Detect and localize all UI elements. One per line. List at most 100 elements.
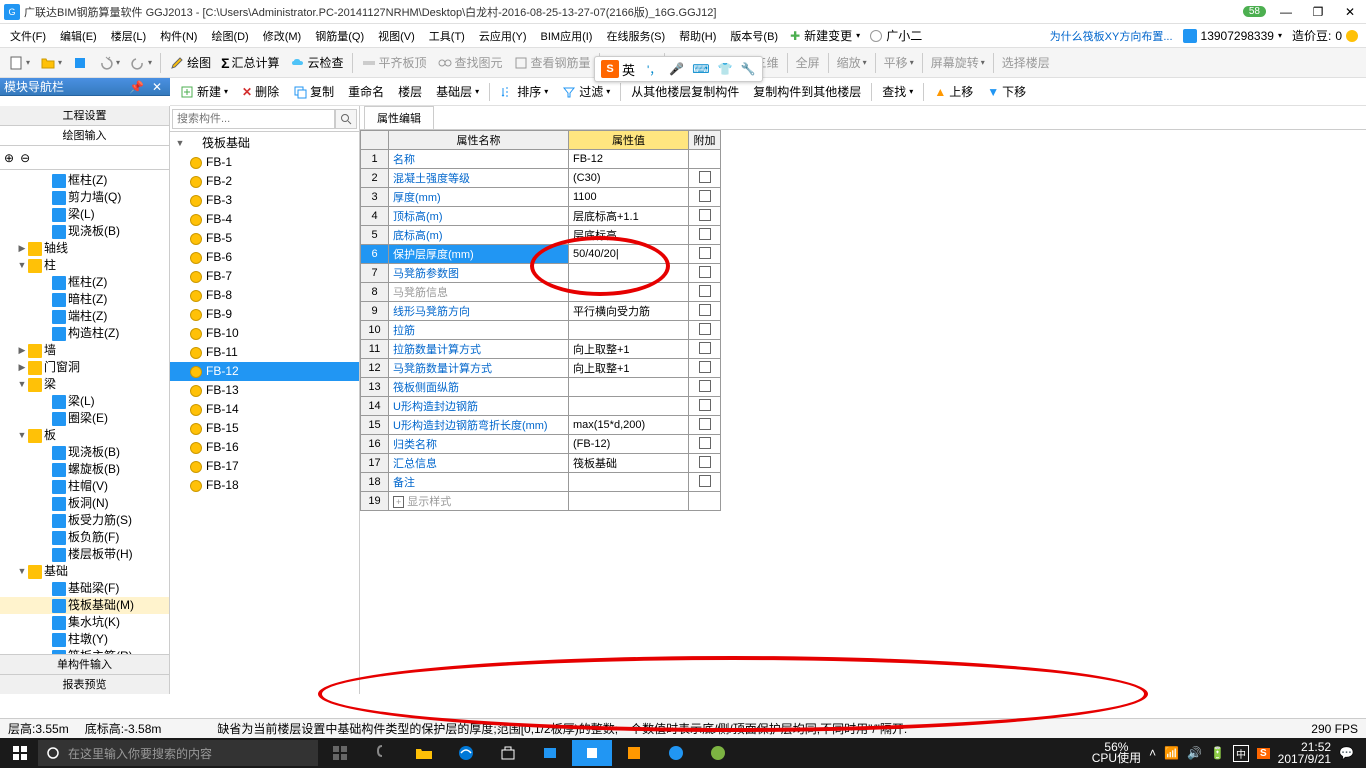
property-edit-tab[interactable]: 属性编辑 [364, 106, 434, 129]
ime-toolbar[interactable]: S英 '， 🎤 ⌨ 👕 🔧 [594, 56, 763, 82]
start-button[interactable] [4, 740, 36, 766]
sum-button[interactable]: Σ汇总计算 [217, 52, 283, 73]
menu-rebar[interactable]: 钢筋量(Q) [309, 26, 370, 46]
taskbar-app-6[interactable] [572, 740, 612, 766]
list-item[interactable]: FB-13 [170, 381, 359, 400]
tree-item[interactable]: ▼梁 [0, 376, 169, 393]
menu-cloud[interactable]: 云应用(Y) [473, 26, 533, 46]
component-list-tree[interactable]: ▼筏板基础FB-1FB-2FB-3FB-4FB-5FB-6FB-7FB-8FB-… [170, 132, 359, 694]
menu-tools[interactable]: 工具(T) [423, 26, 471, 46]
list-item[interactable]: FB-3 [170, 191, 359, 210]
new-component-button[interactable]: 新建▾ [174, 81, 234, 102]
menu-draw[interactable]: 绘图(D) [205, 26, 254, 46]
flatten-button[interactable]: 平齐板顶 [357, 52, 431, 73]
checkbox[interactable] [699, 190, 711, 202]
checkbox[interactable] [699, 304, 711, 316]
search-button[interactable] [335, 109, 357, 129]
property-row[interactable]: 13筏板侧面纵筋 [361, 378, 721, 397]
checkbox[interactable] [699, 361, 711, 373]
tree-item[interactable]: 板洞(N) [0, 495, 169, 512]
list-item[interactable]: FB-7 [170, 267, 359, 286]
menu-file[interactable]: 文件(F) [4, 26, 52, 46]
tree-item[interactable]: ▼基础 [0, 563, 169, 580]
cpu-widget[interactable]: 56%CPU使用 [1092, 742, 1141, 764]
property-row[interactable]: 5底标高(m)层底标高 [361, 226, 721, 245]
tree-item[interactable]: 框柱(Z) [0, 172, 169, 189]
taskbar-app-explorer[interactable] [404, 740, 444, 766]
find-elem-button[interactable]: 查找图元 [433, 52, 507, 73]
maximize-button[interactable]: ❐ [1306, 5, 1330, 19]
filter-button[interactable]: 过滤▾ [556, 81, 616, 102]
checkbox[interactable] [699, 171, 711, 183]
tray-network-icon[interactable]: 📶 [1164, 746, 1179, 760]
taskbar-app-5[interactable] [530, 740, 570, 766]
tree-item[interactable]: 梁(L) [0, 206, 169, 223]
tray-battery-icon[interactable]: 🔋 [1210, 746, 1225, 760]
tree-item[interactable]: 板负筋(F) [0, 529, 169, 546]
list-item[interactable]: FB-15 [170, 419, 359, 438]
cost-bean[interactable]: 造价豆:0 [1288, 27, 1362, 44]
pin-icon[interactable]: 📌 [125, 80, 148, 94]
tray-chevron-icon[interactable]: ˄ [1149, 746, 1156, 760]
property-row[interactable]: 10拉筋 [361, 321, 721, 340]
tray-notifications-icon[interactable]: 💬 [1339, 746, 1354, 760]
ime-keyboard-icon[interactable]: ⌨ [692, 62, 709, 76]
tree-item[interactable]: ▼柱 [0, 257, 169, 274]
tray-lang-icon[interactable]: 中 [1233, 745, 1249, 762]
new-file-button[interactable]: ▾ [4, 53, 34, 73]
taskbar-search[interactable]: 在这里输入你要搜索的内容 [38, 740, 318, 766]
taskbar-app-7[interactable] [614, 740, 654, 766]
ime-punct-icon[interactable]: '， [647, 61, 661, 78]
taskbar-app-8[interactable] [656, 740, 696, 766]
property-row[interactable]: 8马凳筋信息 [361, 283, 721, 302]
sidebar-tab-drawing[interactable]: 绘图输入 [0, 126, 169, 146]
tree-item[interactable]: 柱帽(V) [0, 478, 169, 495]
property-row[interactable]: 3厚度(mm)1100 [361, 188, 721, 207]
list-item[interactable]: FB-16 [170, 438, 359, 457]
sidebar-tab-report[interactable]: 报表预览 [0, 674, 169, 694]
checkbox[interactable] [699, 418, 711, 430]
property-row[interactable]: 2混凝土强度等级(C30) [361, 169, 721, 188]
clock[interactable]: 21:522017/9/21 [1278, 741, 1331, 765]
property-row[interactable]: 4顶标高(m)层底标高+1.1 [361, 207, 721, 226]
move-up-button[interactable]: ▲上移 [928, 81, 979, 102]
user-button[interactable]: 广小二 [866, 27, 926, 44]
tree-item[interactable]: 端柱(Z) [0, 308, 169, 325]
list-item[interactable]: FB-12 [170, 362, 359, 381]
tray-ime-icon[interactable]: S [1257, 748, 1270, 759]
list-item[interactable]: FB-17 [170, 457, 359, 476]
save-button[interactable] [68, 53, 92, 73]
list-item[interactable]: FB-1 [170, 153, 359, 172]
taskbar-app-2[interactable] [362, 740, 402, 766]
property-row[interactable]: 1名称FB-12 [361, 150, 721, 169]
close-button[interactable]: ✕ [1338, 5, 1362, 19]
list-item[interactable]: FB-5 [170, 229, 359, 248]
checkbox[interactable] [699, 228, 711, 240]
rename-button[interactable]: 重命名 [342, 81, 390, 102]
ime-skin-icon[interactable]: 👕 [718, 62, 733, 76]
menu-view[interactable]: 视图(V) [372, 26, 421, 46]
property-row[interactable]: 17汇总信息筏板基础 [361, 454, 721, 473]
tree-item[interactable]: 剪力墙(Q) [0, 189, 169, 206]
menu-modify[interactable]: 修改(M) [257, 26, 308, 46]
list-item[interactable]: FB-10 [170, 324, 359, 343]
view-rebar-button[interactable]: 查看钢筋量 [509, 52, 595, 73]
checkbox[interactable] [699, 437, 711, 449]
base-layer-dropdown[interactable]: 基础层▾ [430, 81, 485, 102]
checkbox[interactable] [699, 285, 711, 297]
menu-help[interactable]: 帮助(H) [673, 26, 722, 46]
property-row[interactable]: 14U形构造封边钢筋 [361, 397, 721, 416]
menu-edit[interactable]: 编辑(E) [54, 26, 103, 46]
tree-item[interactable]: 集水坑(K) [0, 614, 169, 631]
menu-component[interactable]: 构件(N) [154, 26, 203, 46]
ime-settings-icon[interactable]: 🔧 [741, 62, 756, 76]
tree-item[interactable]: ▶墙 [0, 342, 169, 359]
property-table[interactable]: 属性名称属性值附加1名称FB-122混凝土强度等级(C30)3厚度(mm)110… [360, 130, 721, 511]
property-row[interactable]: 12马凳筋数量计算方式向上取整+1 [361, 359, 721, 378]
checkbox[interactable] [699, 342, 711, 354]
undo-button[interactable]: ▾ [94, 53, 124, 73]
checkbox[interactable] [699, 380, 711, 392]
draw-button[interactable]: 绘图 [165, 52, 215, 73]
taskbar-app-edge[interactable] [446, 740, 486, 766]
menu-version[interactable]: 版本号(B) [724, 26, 784, 46]
